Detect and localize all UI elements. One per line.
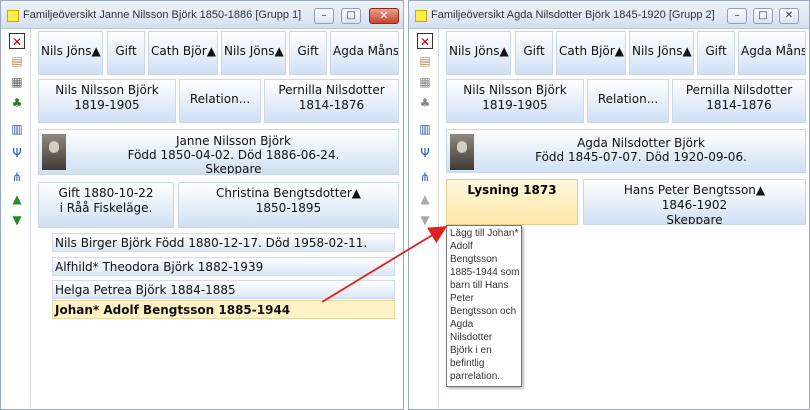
spouse-box[interactable]: Hans Peter Bengtsson▲ 1846-1902 Skeppare	[583, 179, 806, 225]
person-down-icon[interactable]: ▼	[417, 212, 433, 228]
portrait-photo	[450, 134, 474, 170]
spouse-box[interactable]: Christina Bengtsdotter▲ 1850-1895	[178, 182, 399, 228]
child-item[interactable]: Nils Birger Björk Född 1880-12-17. Död 1…	[52, 233, 395, 252]
spouse-occupation: Skeppare	[666, 213, 723, 225]
mother-box[interactable]: Pernilla Nilsdotter 1814-1876	[264, 79, 399, 123]
father-dates: 1819-1905	[482, 98, 548, 112]
minimize-button[interactable]: –	[727, 8, 747, 24]
child-item-selected[interactable]: Johan* Adolf Bengtsson 1885-1944	[52, 300, 395, 319]
table-icon[interactable]: ▦	[9, 74, 25, 90]
marriage-box[interactable]: Gift 1880-10-22 i Råå Fiskeläge.	[38, 182, 174, 228]
grandparent-box[interactable]: Nils Jöns▲	[629, 31, 694, 75]
portrait-photo	[42, 134, 66, 170]
tooltip-line: 1885-1944 som	[450, 267, 520, 278]
father-name: Nils Nilsson Björk	[55, 83, 159, 97]
delete-icon[interactable]: ✕	[9, 33, 25, 49]
marriage-place: i Råå Fiskeläge.	[59, 201, 153, 215]
maximize-button[interactable]: □	[753, 8, 773, 24]
grandparent-marriage-box[interactable]: Gift	[697, 31, 735, 75]
document-icon[interactable]: ▤	[9, 53, 25, 69]
hierarchy-icon[interactable]: ⋔	[9, 169, 25, 185]
tooltip-line: befintlig	[450, 358, 485, 369]
tooltip-line: Peter	[450, 293, 474, 304]
tooltip-line: Agda	[450, 319, 474, 330]
app-icon	[7, 10, 19, 22]
spouse-dates: 1846-1902	[661, 198, 728, 212]
grandparent-marriage-box[interactable]: Gift	[289, 31, 327, 75]
book-icon[interactable]: ▥	[417, 121, 433, 137]
spouse-name: Christina Bengtsdotter▲	[215, 186, 362, 200]
window-title: Familjeöversikt Janne Nilsson Björk 1850…	[23, 9, 302, 21]
family-overview: Nils Jöns▲ Gift Cath Björ▲ Nils Jöns▲ Gi…	[32, 29, 403, 409]
window-title: Familjeöversikt Agda Nilsdotter Björk 18…	[431, 9, 715, 21]
document-icon[interactable]: ▤	[417, 53, 433, 69]
drop-tooltip: Lägg till Johan* Adolf Bengtsson 1885-19…	[446, 225, 522, 387]
lysning-box[interactable]: Lysning 1873	[446, 179, 578, 225]
spouse-name: Hans Peter Bengtsson▲	[623, 183, 766, 197]
mother-name: Pernilla Nilsdotter	[685, 83, 793, 97]
focus-person-box[interactable]: Agda Nilsdotter Björk Född 1845-07-07. D…	[446, 129, 806, 173]
tooltip-line: parrelation.	[450, 371, 501, 382]
father-dates: 1819-1905	[74, 98, 140, 112]
mother-dates: 1814-1876	[298, 98, 365, 112]
child-item[interactable]: Alfhild* Theodora Björk 1882-1939	[52, 257, 395, 276]
focus-dates: Född 1850-04-02. Död 1886-06-24.	[127, 148, 340, 162]
tooltip-line: Bengtsson	[450, 254, 498, 265]
tree-icon[interactable]: Ψ	[9, 145, 25, 161]
mother-name: Pernilla Nilsdotter	[278, 83, 385, 97]
relation-button[interactable]: Relation...	[587, 79, 669, 123]
close-button[interactable]: ✕	[369, 8, 399, 24]
family-overview: Nils Jöns▲ Gift Cath Björ▲ Nils Jöns▲ Gi…	[440, 29, 809, 409]
family-group-icon[interactable]: ♣	[9, 95, 25, 111]
grandparent-box[interactable]: Nils Jöns▲	[221, 31, 286, 75]
grandparent-box[interactable]: Cath Björ▲	[556, 31, 626, 75]
hierarchy-icon[interactable]: ⋔	[417, 169, 433, 185]
tooltip-line: barn till Hans	[450, 280, 509, 291]
focus-name: Agda Nilsdotter Björk	[577, 136, 705, 150]
tooltip-line: Nilsdotter	[450, 332, 493, 343]
delete-icon[interactable]: ✕	[417, 33, 433, 49]
person-up-icon[interactable]: ▲	[417, 191, 433, 207]
mother-box[interactable]: Pernilla Nilsdotter 1814-1876	[672, 79, 806, 123]
focus-person-box[interactable]: Janne Nilsson Björk Född 1850-04-02. Död…	[38, 129, 399, 175]
father-name: Nils Nilsson Björk	[463, 83, 567, 97]
tree-icon[interactable]: Ψ	[417, 145, 433, 161]
person-up-icon[interactable]: ▲	[9, 191, 25, 207]
family-group-icon[interactable]: ♣	[417, 95, 433, 111]
grandparent-box[interactable]: Nils Jöns▲	[38, 31, 103, 75]
side-toolbar: ✕ ▤ ▦ ♣ ▥ Ψ ⋔ ▲ ▼	[1, 29, 31, 409]
tooltip-line: Lägg till Johan*	[450, 228, 519, 239]
mother-dates: 1814-1876	[706, 98, 772, 112]
side-toolbar: ✕ ▤ ▦ ♣ ▥ Ψ ⋔ ▲ ▼	[409, 29, 439, 409]
focus-dates: Född 1845-07-07. Död 1920-09-06.	[535, 150, 747, 164]
grandparent-marriage-box[interactable]: Gift	[107, 31, 145, 75]
tooltip-line: Adolf	[450, 241, 473, 252]
maximize-button[interactable]: □	[341, 8, 361, 24]
app-icon	[415, 10, 427, 22]
spouse-dates: 1850-1895	[255, 201, 322, 215]
relation-button[interactable]: Relation...	[179, 79, 261, 123]
father-box[interactable]: Nils Nilsson Björk 1819-1905	[446, 79, 584, 123]
minimize-button[interactable]: –	[314, 8, 334, 24]
person-down-icon[interactable]: ▼	[9, 212, 25, 228]
tooltip-line: Björk i en	[450, 345, 492, 356]
child-item[interactable]: Helga Petrea Björk 1884-1885	[52, 280, 395, 299]
father-box[interactable]: Nils Nilsson Björk 1819-1905	[38, 79, 176, 123]
marriage-date: Gift 1880-10-22	[58, 186, 154, 200]
title-bar[interactable]: Familjeöversikt Agda Nilsdotter Björk 18…	[409, 1, 809, 29]
tooltip-line: Bengtsson och	[450, 306, 517, 317]
focus-occupation: Skeppare	[205, 162, 262, 175]
title-bar[interactable]: Familjeöversikt Janne Nilsson Björk 1850…	[1, 1, 403, 29]
grandparent-box[interactable]: Cath Björ▲	[148, 31, 218, 75]
grandparent-box[interactable]: Agda Måns	[330, 31, 399, 75]
close-button[interactable]: ✕	[779, 8, 799, 24]
grandparent-box[interactable]: Nils Jöns▲	[446, 31, 511, 75]
table-icon[interactable]: ▦	[417, 74, 433, 90]
grandparent-marriage-box[interactable]: Gift	[515, 31, 553, 75]
book-icon[interactable]: ▥	[9, 121, 25, 137]
family-overview-window-left: Familjeöversikt Janne Nilsson Björk 1850…	[0, 0, 404, 410]
focus-name: Janne Nilsson Björk	[175, 134, 291, 148]
family-overview-window-right: Familjeöversikt Agda Nilsdotter Björk 18…	[408, 0, 810, 410]
grandparent-box[interactable]: Agda Måns	[738, 31, 806, 75]
